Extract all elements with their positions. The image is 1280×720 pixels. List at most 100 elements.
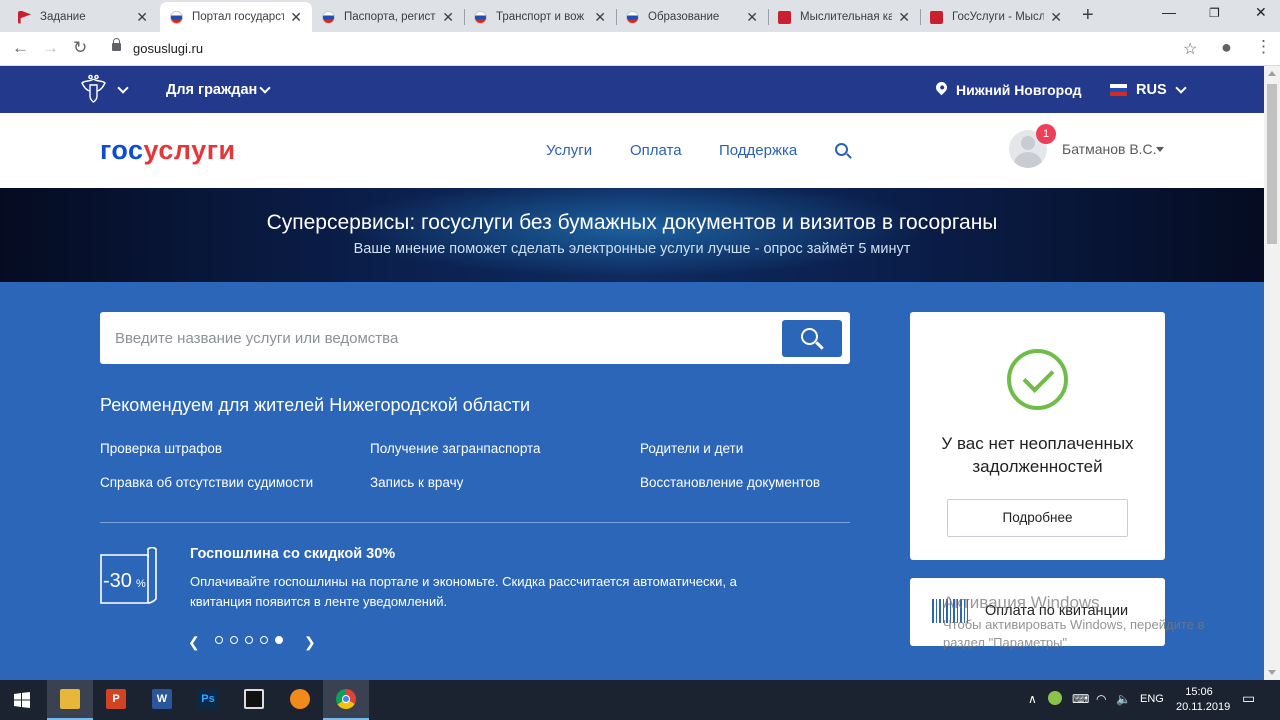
carousel-prev-arrow-icon[interactable]: ❮ (188, 634, 200, 651)
folder-icon (60, 689, 80, 709)
keyboard-tray-icon[interactable]: ⌨ (1072, 692, 1089, 706)
taskbar-photoshop[interactable]: Ps (185, 680, 231, 720)
city-selector[interactable]: Нижний Новгород (956, 82, 1081, 98)
browser-tab[interactable]: Мыслительная ка ✕ (768, 2, 920, 32)
word-icon: W (152, 689, 172, 709)
red-flag-favicon-icon (18, 10, 31, 24)
promo-text: Оплачивайте госпошлины на портале и экон… (190, 574, 737, 609)
browser-tab[interactable]: Транспорт и вож ✕ (464, 2, 616, 32)
back-arrow-icon[interactable]: ← (12, 38, 29, 58)
forward-arrow-icon[interactable]: → (42, 38, 59, 58)
carousel-next-arrow-icon[interactable]: ❯ (304, 634, 316, 651)
tray-expand-icon[interactable]: ∧ (1028, 692, 1037, 706)
browser-tab[interactable]: Задание ✕ (8, 2, 158, 32)
nav-payment[interactable]: Оплата (630, 142, 682, 159)
for-citizens-menu[interactable]: Для граждан (166, 82, 257, 98)
taskbar-film-app[interactable] (231, 680, 277, 720)
fruit-app-icon (290, 689, 310, 709)
powerpoint-icon: P (106, 689, 126, 709)
details-button[interactable]: Подробнее (947, 499, 1128, 537)
browser-tab[interactable]: Образование ✕ (616, 2, 768, 32)
taskbar-chrome[interactable] (323, 680, 369, 720)
discount-percent-sign: % (136, 578, 146, 590)
close-tab-icon[interactable]: ✕ (594, 9, 606, 26)
russian-emblem-icon[interactable] (80, 74, 107, 104)
page-scrollbar[interactable] (1264, 66, 1280, 680)
search-input[interactable] (100, 312, 780, 364)
nav-services[interactable]: Услуги (546, 142, 592, 159)
lock-icon[interactable] (112, 38, 121, 51)
bookmark-star-icon[interactable]: ☆ (1183, 39, 1197, 59)
browser-tab[interactable]: Паспорта, регист ✕ (312, 2, 464, 32)
carousel-dot[interactable] (230, 636, 238, 644)
reload-icon[interactable]: ↻ (73, 38, 87, 58)
clock[interactable]: 15:06 20.11.2019 (1176, 685, 1231, 715)
chevron-down-icon[interactable] (117, 82, 129, 94)
minimize-window-icon[interactable]: — (1162, 4, 1176, 20)
browser-tab-active[interactable]: Портал государст ✕ (160, 2, 312, 32)
reco-link-passport[interactable]: Получение загранпаспорта (370, 441, 541, 456)
language-selector[interactable]: RUS (1136, 82, 1167, 98)
profile-icon[interactable]: ● (1221, 37, 1232, 58)
notifications-icon[interactable]: ▭ (1242, 690, 1255, 707)
search-icon[interactable] (835, 143, 848, 156)
russia-flag-icon (1110, 84, 1127, 96)
browser-menu-icon[interactable]: ⋮ (1255, 37, 1272, 57)
russia-flag-favicon-icon (170, 10, 183, 24)
chevron-down-icon[interactable] (1175, 82, 1187, 94)
input-language[interactable]: ENG (1140, 693, 1164, 705)
discount-amount: -30 (103, 570, 132, 592)
debt-status-text: У вас нет неоплаченных задолженностей (941, 434, 1134, 476)
promo-title[interactable]: Госпошлина со скидкой 30% (190, 546, 395, 562)
debt-status-card: У вас нет неоплаченных задолженностей По… (910, 312, 1165, 560)
reco-link-fines[interactable]: Проверка штрафов (100, 441, 222, 456)
reco-link-criminal-record[interactable]: Справка об отсутствии судимости (100, 475, 313, 490)
reco-link-documents[interactable]: Восстановление документов (640, 475, 820, 490)
close-tab-icon[interactable]: ✕ (898, 9, 910, 26)
volume-icon[interactable]: 🔈 (1116, 692, 1131, 706)
wifi-icon[interactable]: ◠ (1096, 692, 1106, 706)
search-button[interactable] (782, 320, 842, 357)
tray-app-icon[interactable] (1048, 691, 1062, 705)
tab-title: Мыслительная ка (800, 11, 893, 23)
reco-link-doctor[interactable]: Запись к врачу (370, 475, 463, 490)
banner-title: Суперсервисы: госуслуги без бумажных док… (266, 211, 998, 234)
new-tab-plus-icon[interactable]: + (1082, 4, 1094, 27)
scroll-thumb[interactable] (1267, 84, 1277, 244)
service-search (100, 312, 850, 364)
carousel-dot-active[interactable] (275, 636, 283, 644)
close-tab-icon[interactable]: ✕ (1050, 9, 1062, 26)
carousel-dot[interactable] (215, 636, 223, 644)
user-name[interactable]: Батманов В.С. (1062, 141, 1157, 157)
browser-tab[interactable]: ГосУслуги - Мысл ✕ (920, 2, 1072, 32)
windows-start-icon[interactable] (14, 692, 30, 708)
close-window-icon[interactable]: ✕ (1255, 4, 1267, 21)
carousel-dot[interactable] (260, 636, 268, 644)
nav-support[interactable]: Поддержка (719, 142, 797, 159)
caret-down-icon[interactable] (1156, 147, 1164, 152)
windows-activation-title: Активация Windows (943, 593, 1100, 612)
gosuslugi-logo[interactable]: госуслуги (100, 135, 236, 166)
carousel-dot[interactable] (245, 636, 253, 644)
close-tab-icon[interactable]: ✕ (290, 9, 302, 26)
site-top-bar: Для граждан Нижний Новгород RUS (0, 66, 1264, 113)
restore-window-icon[interactable]: ❐ (1209, 6, 1220, 20)
close-tab-icon[interactable]: ✕ (746, 9, 758, 26)
promo-banner[interactable]: Суперсервисы: госуслуги без бумажных док… (0, 188, 1264, 282)
taskbar-fl-studio[interactable] (277, 680, 323, 720)
close-tab-icon[interactable]: ✕ (136, 9, 148, 26)
close-tab-icon[interactable]: ✕ (442, 9, 454, 26)
site-header: госуслуги Услуги Оплата Поддержка 1 Батм… (0, 113, 1264, 188)
clock-date: 20.11.2019 (1176, 701, 1231, 713)
red-app-favicon-icon (930, 10, 943, 24)
taskbar-word[interactable]: W (139, 680, 185, 720)
scroll-down-arrow-icon[interactable] (1268, 670, 1276, 675)
scroll-up-arrow-icon[interactable] (1268, 71, 1276, 76)
windows-activation-text: Чтобы активировать Windows, перейдите в … (943, 617, 1205, 650)
reco-link-parents[interactable]: Родители и дети (640, 441, 743, 456)
chevron-down-icon[interactable] (259, 82, 271, 94)
notification-badge[interactable]: 1 (1036, 124, 1056, 144)
taskbar-powerpoint[interactable]: P (93, 680, 139, 720)
url-text[interactable]: gosuslugi.ru (133, 41, 203, 56)
taskbar-explorer[interactable] (47, 680, 93, 720)
